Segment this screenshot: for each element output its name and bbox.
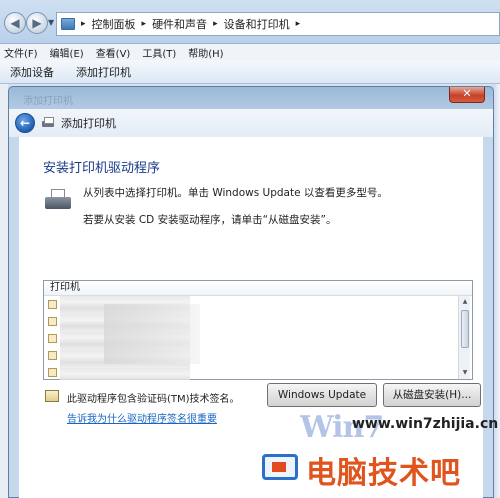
close-button[interactable]: ✕ <box>449 87 485 103</box>
address-field[interactable]: ▸ 控制面板 ▸ 硬件和声音 ▸ 设备和打印机 ▸ <box>56 12 500 36</box>
signature-text: 此驱动程序包含验证码(TM)技术签名。 <box>67 394 240 405</box>
page-title: 安装打印机驱动程序 <box>43 161 161 176</box>
list-scrollbar[interactable]: ▲ ▼ <box>458 296 470 379</box>
printer-item-icon <box>48 368 57 377</box>
menu-help[interactable]: 帮助(H) <box>188 45 223 60</box>
signed-driver-icon <box>45 390 59 402</box>
menu-edit[interactable]: 编辑(E) <box>50 45 84 60</box>
printer-icon <box>41 117 55 129</box>
blurred-region <box>104 304 200 364</box>
printer-item-icon <box>48 334 57 343</box>
list-column-header[interactable]: 打印机 <box>44 281 472 296</box>
instruction-text: 从列表中选择打印机。单击 Windows Update 以查看更多型号。 <box>83 187 388 199</box>
printer-item-icon <box>48 300 57 309</box>
dialog-content: 安装打印机驱动程序 从列表中选择打印机。单击 Windows Update 以查… <box>19 137 483 498</box>
breadcrumb-chevron-icon[interactable]: ▸ <box>81 19 86 29</box>
breadcrumb-devices-printers[interactable]: 设备和打印机 <box>224 16 290 32</box>
list-item[interactable] <box>48 366 57 379</box>
printer-list[interactable]: 打印机 ▲ ▼ <box>43 280 473 380</box>
breadcrumb-control-panel[interactable]: 控制面板 <box>92 16 136 32</box>
printer-icon <box>45 189 75 211</box>
menu-view[interactable]: 查看(V) <box>96 45 131 60</box>
explorer-address-bar: ◀ ▶ ▼ ▸ 控制面板 ▸ 硬件和声音 ▸ 设备和打印机 ▸ <box>0 0 500 44</box>
breadcrumb-chevron-icon[interactable]: ▸ <box>142 19 147 29</box>
list-item[interactable] <box>48 298 57 311</box>
scroll-thumb[interactable] <box>461 310 469 348</box>
menu-bar: 文件(F) 编辑(E) 查看(V) 工具(T) 帮助(H) <box>0 44 500 60</box>
list-item[interactable] <box>48 349 57 362</box>
list-item[interactable] <box>48 332 57 345</box>
have-disk-button[interactable]: 从磁盘安装(H)... <box>383 383 481 407</box>
dialog-header: ← 添加打印机 <box>9 109 493 137</box>
printer-item-icon <box>48 317 57 326</box>
add-printer-button[interactable]: 添加打印机 <box>76 64 131 80</box>
instruction-text-disk: 若要从安装 CD 安装驱动程序，请单击“从磁盘安装”。 <box>83 214 337 226</box>
left-pane <box>0 84 8 498</box>
breadcrumb-chevron-icon[interactable]: ▸ <box>296 19 301 29</box>
command-bar: 添加设备 添加打印机 <box>0 60 500 84</box>
windows-update-button[interactable]: Windows Update <box>267 383 377 407</box>
watermark-brand: 电脑技术吧 <box>306 456 461 491</box>
list-item[interactable] <box>48 315 57 328</box>
back-arrow-icon[interactable]: ← <box>15 113 35 133</box>
watermark-logo-icon <box>258 450 302 486</box>
forward-arrow-icon[interactable]: ▶ <box>26 12 48 34</box>
scroll-down-icon[interactable]: ▼ <box>460 368 470 378</box>
menu-file[interactable]: 文件(F) <box>4 45 38 60</box>
printer-list-body[interactable]: ▲ ▼ <box>44 296 470 380</box>
history-dropdown-icon[interactable]: ▼ <box>48 18 54 27</box>
control-panel-icon <box>61 18 75 30</box>
watermark-url: www.win7zhijia.cn <box>352 416 499 432</box>
dialog-header-title: 添加打印机 <box>61 117 116 130</box>
scroll-up-icon[interactable]: ▲ <box>460 297 470 307</box>
printer-item-icon <box>48 351 57 360</box>
menu-tools[interactable]: 工具(T) <box>142 45 176 60</box>
breadcrumb-hardware-sound[interactable]: 硬件和声音 <box>152 16 207 32</box>
breadcrumb-chevron-icon[interactable]: ▸ <box>213 19 218 29</box>
signature-info-link[interactable]: 告诉我为什么驱动程序签名很重要 <box>67 410 217 425</box>
add-printer-dialog: 添加打印机 ✕ ← 添加打印机 安装打印机驱动程序 从列表中选择打印机。单击 W… <box>8 86 494 498</box>
add-device-button[interactable]: 添加设备 <box>10 64 54 80</box>
back-arrow-icon[interactable]: ◀ <box>4 12 26 34</box>
dialog-faded-title: 添加打印机 <box>23 96 73 107</box>
